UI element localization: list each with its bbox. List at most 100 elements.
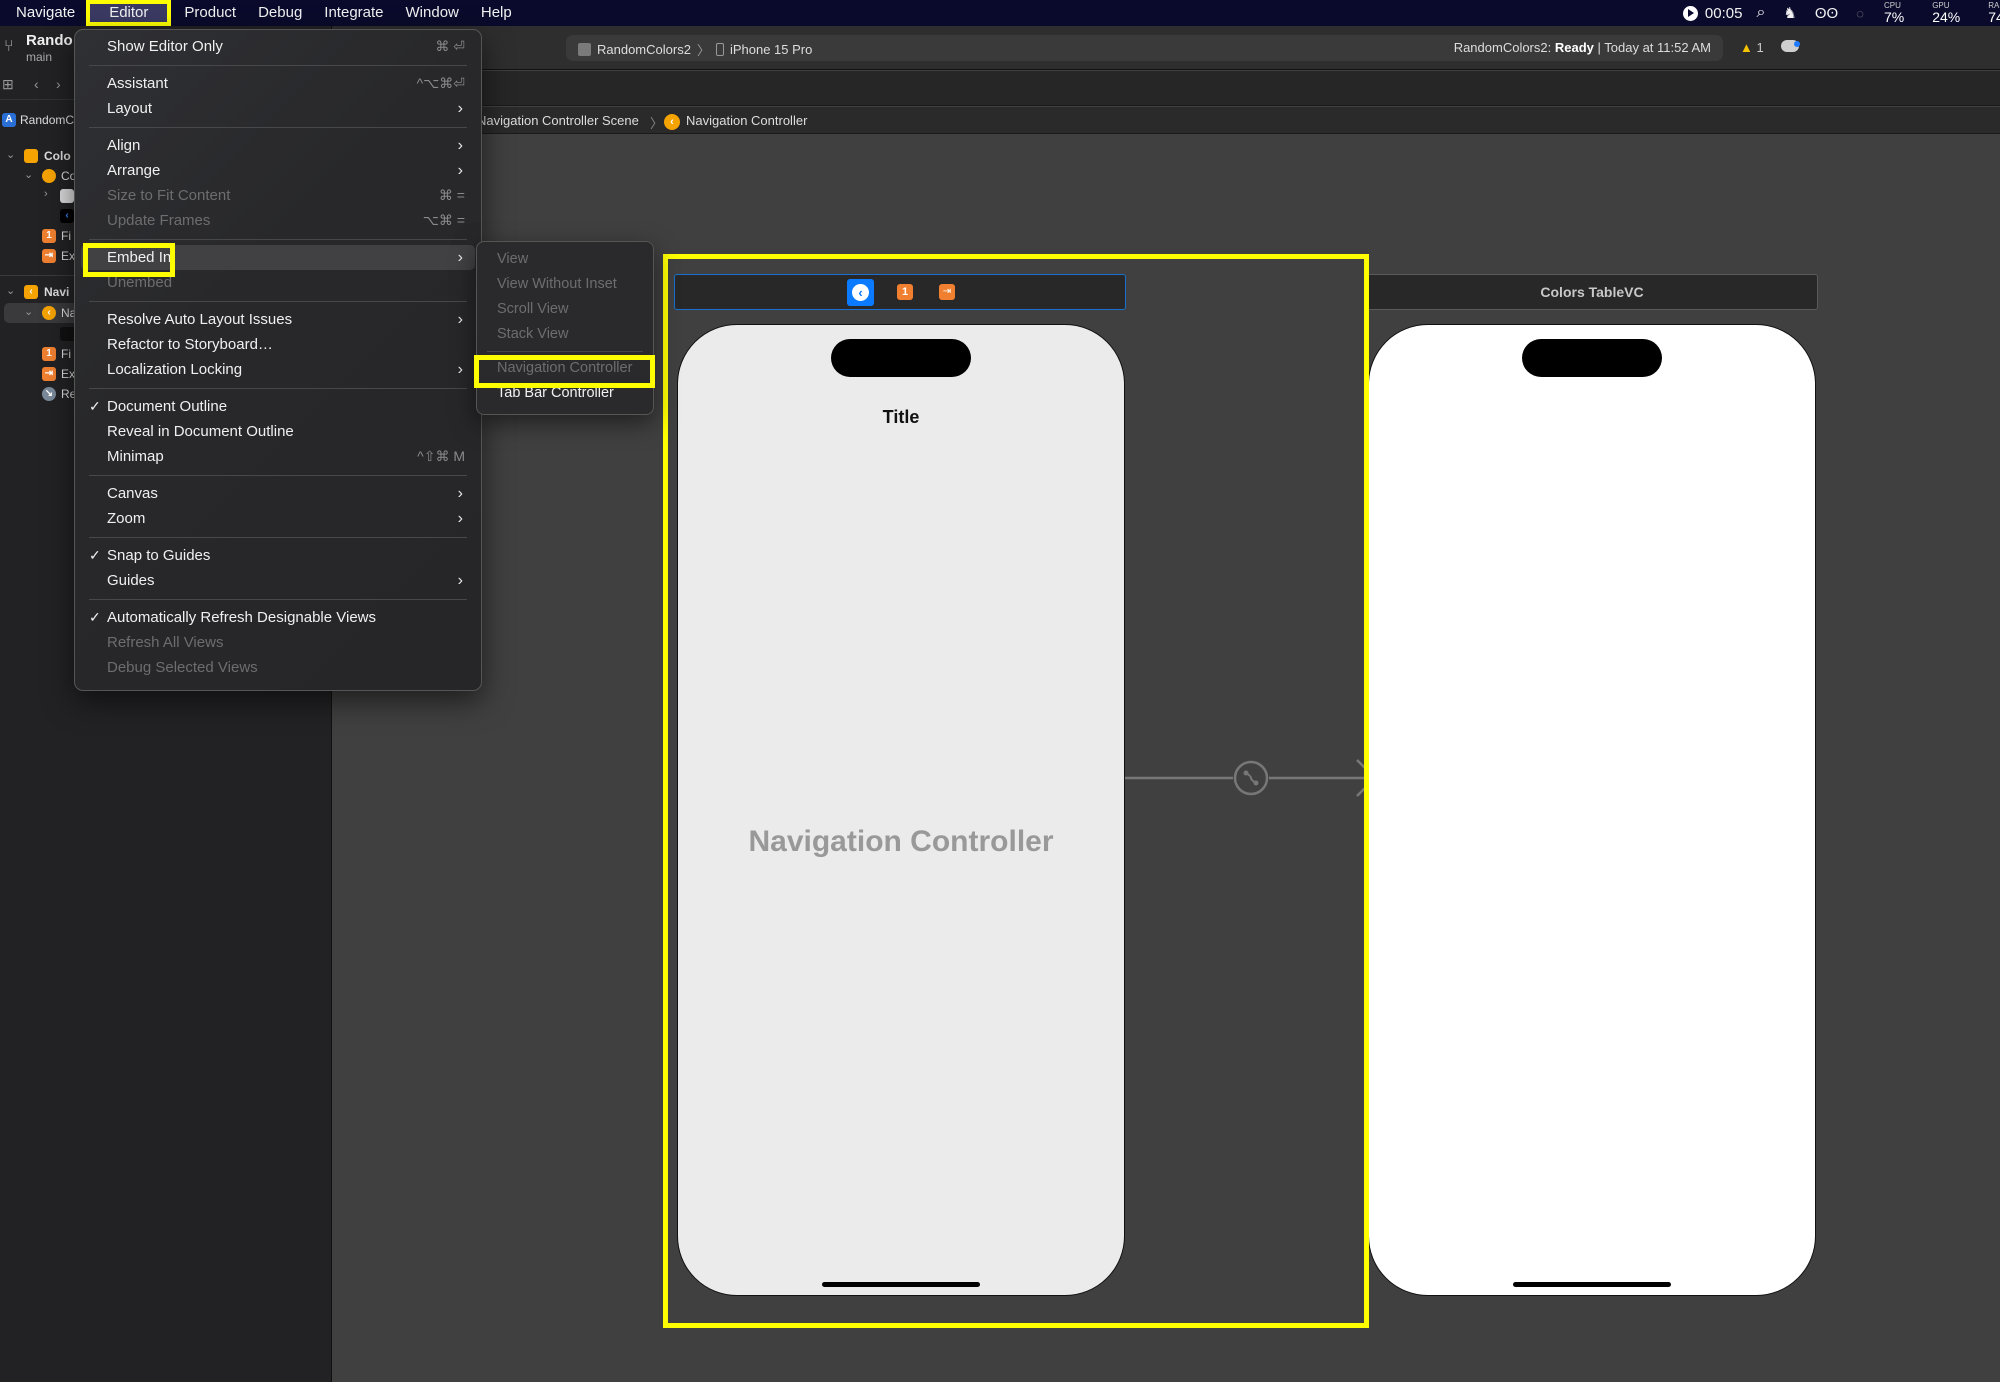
- menu-item-label: Size to Fit Content: [107, 187, 231, 204]
- menu-item-canvas[interactable]: Canvas ›: [81, 481, 475, 506]
- first-responder-icon: 1: [42, 229, 56, 243]
- menu-item-debug-selected-views[interactable]: Debug Selected Views: [81, 655, 475, 680]
- keyboard-shortcut: ⌘ ⏎: [435, 38, 465, 54]
- chevron-right-icon: ›: [457, 361, 463, 378]
- menu-item-document-outline[interactable]: ✓ Document Outline: [81, 394, 475, 419]
- menu-separator: [89, 301, 467, 302]
- menu-integrate[interactable]: Integrate: [313, 0, 394, 26]
- nav-controller-icon: ‹: [664, 113, 680, 130]
- branch-icon: ⑂: [4, 38, 14, 55]
- ram-stat: RAM74: [1988, 1, 2000, 25]
- nav-item-icon: ‹: [60, 209, 74, 223]
- chevron-right-icon: 〉: [696, 43, 710, 58]
- status-state: Ready: [1554, 40, 1594, 55]
- menu-debug[interactable]: Debug: [247, 0, 313, 26]
- exit-icon: ⇥: [42, 249, 56, 263]
- home-indicator: [1513, 1282, 1671, 1287]
- menu-separator: [487, 351, 643, 352]
- first-responder-icon: 1: [42, 347, 56, 361]
- forward-icon[interactable]: ›: [56, 76, 61, 92]
- menu-item-stack-view[interactable]: Stack View: [481, 322, 649, 347]
- cpu-stat: CPU 7%: [1883, 1, 1905, 25]
- chevron-right-icon: ›: [457, 311, 463, 328]
- back-icon[interactable]: ‹: [34, 76, 39, 92]
- build-status: RandomColors2: Ready | Today at 11:52 AM: [1454, 40, 1711, 55]
- menu-item-update-frames[interactable]: Update Frames ⌥⌘ =: [81, 208, 475, 233]
- menu-item-snap-to-guides[interactable]: ✓ Snap to Guides: [81, 543, 475, 568]
- menu-product[interactable]: Product: [173, 0, 247, 26]
- project-icon: A: [2, 113, 16, 127]
- table-scene-dock[interactable]: Colors TableVC: [1366, 274, 1818, 310]
- record-icon[interactable]: [1682, 5, 1698, 21]
- menu-separator: [89, 388, 467, 389]
- keyboard-icon[interactable]: ♞: [1783, 4, 1796, 22]
- menu-item-layout[interactable]: Layout ›: [81, 96, 475, 121]
- nav-controller-icon: ‹: [42, 306, 56, 320]
- editor-tab-bar: [332, 71, 2000, 106]
- chevron-right-icon[interactable]: ›: [44, 188, 48, 200]
- menu-editor[interactable]: Editor: [86, 0, 172, 26]
- menu-item-refactor-to-storyboard[interactable]: Refactor to Storyboard…: [81, 332, 475, 357]
- menu-item-align[interactable]: Align ›: [81, 133, 475, 158]
- menu-item-label: Update Frames: [107, 212, 211, 229]
- search-icon[interactable]: ⌕: [1756, 4, 1765, 22]
- menu-help[interactable]: Help: [470, 0, 523, 26]
- highlight-box-embed-in: [83, 243, 175, 277]
- menu-separator: [89, 65, 467, 66]
- chevron-right-icon: ›: [457, 249, 463, 266]
- breadcrumb-current[interactable]: ‹ Navigation Controller: [664, 113, 807, 130]
- menu-item-label: Refactor to Storyboard…: [107, 336, 273, 353]
- tree-label: Colo: [44, 149, 71, 163]
- exit-icon: ⇥: [42, 367, 56, 381]
- menu-item-resolve-auto-layout-issues[interactable]: Resolve Auto Layout Issues ›: [81, 307, 475, 332]
- menu-item-label: Document Outline: [107, 398, 228, 415]
- view-controller-icon: [42, 169, 56, 183]
- menu-item-label: Scroll View: [497, 301, 569, 317]
- chevron-down-icon[interactable]: ⌄: [24, 168, 33, 181]
- menu-item-label: Canvas: [107, 485, 158, 502]
- status-area: 00:05 ⌕ ♞ ʘʘ ◌ CPU7% GPU24% RAM74: [1682, 0, 2000, 26]
- checkmark-icon: ✓: [89, 547, 101, 563]
- menu-item-localization-locking[interactable]: Localization Locking ›: [81, 357, 475, 382]
- app-target-icon: [578, 43, 591, 56]
- embed-in-submenu: View View Without Inset Scroll View Stack V…: [476, 241, 654, 415]
- keyboard-shortcut: ^⌥⌘⏎: [416, 75, 465, 91]
- menu-item-label: Snap to Guides: [107, 547, 211, 564]
- scheme-selector[interactable]: RandomColors2: [597, 42, 691, 57]
- menu-item-guides[interactable]: Guides ›: [81, 568, 475, 593]
- menu-item-zoom[interactable]: Zoom ›: [81, 506, 475, 531]
- menu-item-assistant[interactable]: Assistant ^⌥⌘⏎: [81, 71, 475, 96]
- menu-item-label: Stack View: [497, 326, 569, 342]
- chevron-down-icon[interactable]: ⌄: [6, 148, 15, 161]
- tree-label: Ex: [61, 367, 76, 381]
- grid-icon[interactable]: ⊞: [2, 76, 14, 93]
- spinner-icon[interactable]: ◌: [1856, 6, 1864, 21]
- warnings-indicator[interactable]: ▲ 1: [1740, 40, 1764, 55]
- chevron-right-icon: ›: [457, 162, 463, 179]
- chevron-down-icon[interactable]: ⌄: [6, 284, 15, 297]
- menu-item-scroll-view[interactable]: Scroll View: [481, 297, 649, 322]
- menu-item-show-editor-only[interactable]: Show Editor Only ⌘ ⏎: [81, 34, 475, 59]
- breadcrumb-scene[interactable]: Navigation Controller Scene: [477, 113, 639, 128]
- menu-bar: Navigate Editor Product Debug Integrate …: [0, 0, 2000, 26]
- editor-menu: Show Editor Only ⌘ ⏎ Assistant ^⌥⌘⏎ Layout › A…: [74, 29, 482, 691]
- activity-view: RandomColors2 〉 iPhone 15 Pro RandomColo…: [566, 35, 1723, 61]
- owl-icon[interactable]: ʘʘ: [1815, 5, 1838, 22]
- menu-window[interactable]: Window: [395, 0, 470, 26]
- menu-item-reveal-in-document-outline[interactable]: Reveal in Document Outline: [81, 419, 475, 444]
- device-selector[interactable]: iPhone 15 Pro: [730, 42, 812, 57]
- menu-item-arrange[interactable]: Arrange ›: [81, 158, 475, 183]
- table-vc-device[interactable]: [1368, 324, 1816, 1296]
- keyboard-shortcut: ^⇧⌘ M: [417, 448, 465, 464]
- menu-item-minimap[interactable]: Minimap ^⇧⌘ M: [81, 444, 475, 469]
- status-project: RandomColors2:: [1453, 40, 1552, 55]
- menu-navigate[interactable]: Navigate: [0, 0, 86, 26]
- cloud-icon[interactable]: [1781, 40, 1800, 52]
- menu-item-refresh-all-views[interactable]: Refresh All Views: [81, 630, 475, 655]
- menu-item-view-without-inset[interactable]: View Without Inset: [481, 272, 649, 297]
- menu-item-automatically-refresh-designable-views[interactable]: ✓ Automatically Refresh Designable Views: [81, 605, 475, 630]
- chevron-down-icon[interactable]: ⌄: [24, 305, 33, 318]
- menu-item-view[interactable]: View: [481, 247, 649, 272]
- menu-item-label: View Without Inset: [497, 276, 617, 292]
- menu-item-size-to-fit-content[interactable]: Size to Fit Content ⌘ =: [81, 183, 475, 208]
